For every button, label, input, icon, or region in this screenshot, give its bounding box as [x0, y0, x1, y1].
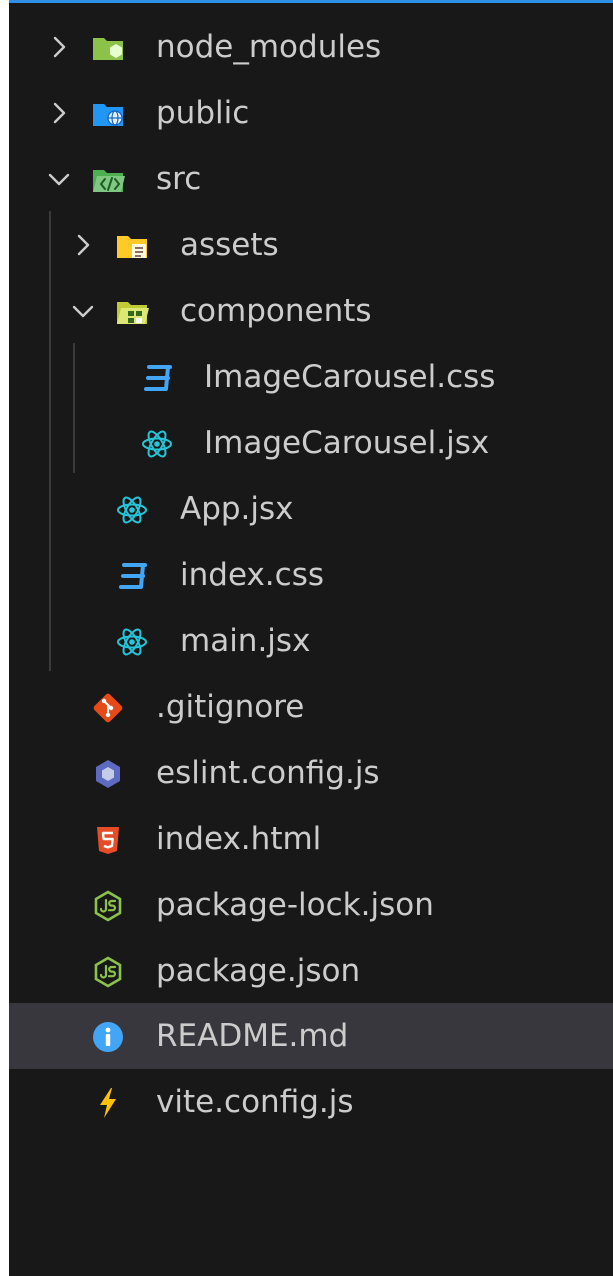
file-explorer: node_modules public src assets component… — [9, 0, 613, 1276]
info-icon — [91, 1020, 125, 1054]
chevron-down-icon[interactable] — [47, 167, 71, 191]
tree-item-label: App.jsx — [180, 491, 294, 527]
tree-item-src[interactable]: src — [9, 146, 613, 212]
chevron-down-icon[interactable] — [71, 299, 95, 323]
tree-item-label: ImageCarousel.css — [204, 359, 496, 395]
nodejs-icon — [91, 889, 125, 923]
tree-item-package-json[interactable]: package.json — [9, 938, 613, 1004]
tree-item-eslint-config[interactable]: eslint.config.js — [9, 740, 613, 806]
folder-components-icon — [115, 295, 149, 329]
tree-item-imagecarousel-css[interactable]: ImageCarousel.css — [9, 344, 613, 410]
tree-item-label: index.html — [156, 821, 322, 857]
tree-item-label: README.md — [156, 1018, 349, 1054]
tree-item-label: package-lock.json — [156, 887, 434, 923]
nodejs-icon — [91, 955, 125, 989]
react-icon — [115, 625, 149, 659]
tree-item-label: ImageCarousel.jsx — [204, 425, 490, 461]
tree-item-label: public — [156, 95, 250, 131]
tree-item-assets[interactable]: assets — [9, 212, 613, 278]
tree-item-public[interactable]: public — [9, 80, 613, 146]
tree-item-vite-config[interactable]: vite.config.js — [9, 1069, 613, 1135]
tree-item-components[interactable]: components — [9, 278, 613, 344]
tree-item-package-lock[interactable]: package-lock.json — [9, 872, 613, 938]
tree-item-label: assets — [180, 227, 279, 263]
tree-item-app-jsx[interactable]: App.jsx — [9, 476, 613, 542]
tree-item-node-modules[interactable]: node_modules — [9, 14, 613, 80]
eslint-icon — [91, 757, 125, 791]
tree-item-label: .gitignore — [156, 689, 305, 725]
folder-node-icon — [91, 31, 125, 65]
tree-item-label: package.json — [156, 953, 361, 989]
tree-item-label: index.css — [180, 557, 325, 593]
tree-item-label: vite.config.js — [156, 1084, 354, 1120]
folder-assets-icon — [115, 229, 149, 263]
chevron-right-icon[interactable] — [71, 233, 95, 257]
html-icon — [91, 823, 125, 857]
folder-src-icon — [91, 163, 125, 197]
tree-item-label: node_modules — [156, 29, 382, 65]
react-icon — [140, 427, 174, 461]
tree-item-label: src — [156, 161, 202, 197]
git-icon — [91, 691, 125, 725]
tree-item-label: eslint.config.js — [156, 755, 380, 791]
tree-item-gitignore[interactable]: .gitignore — [9, 674, 613, 740]
chevron-right-icon[interactable] — [47, 35, 71, 59]
tree-item-imagecarousel-jsx[interactable]: ImageCarousel.jsx — [9, 410, 613, 476]
react-icon — [115, 493, 149, 527]
chevron-right-icon[interactable] — [47, 101, 71, 125]
tree-item-main-jsx[interactable]: main.jsx — [9, 608, 613, 674]
tree-item-label: components — [180, 293, 372, 329]
tree-item-index-css[interactable]: index.css — [9, 542, 613, 608]
css-icon — [140, 361, 174, 395]
tree-item-label: main.jsx — [180, 623, 311, 659]
vite-icon — [91, 1086, 125, 1120]
css-icon — [115, 559, 149, 593]
tree-item-index-html[interactable]: index.html — [9, 806, 613, 872]
tree-item-readme[interactable]: README.md — [9, 1003, 613, 1069]
folder-public-icon — [91, 97, 125, 131]
